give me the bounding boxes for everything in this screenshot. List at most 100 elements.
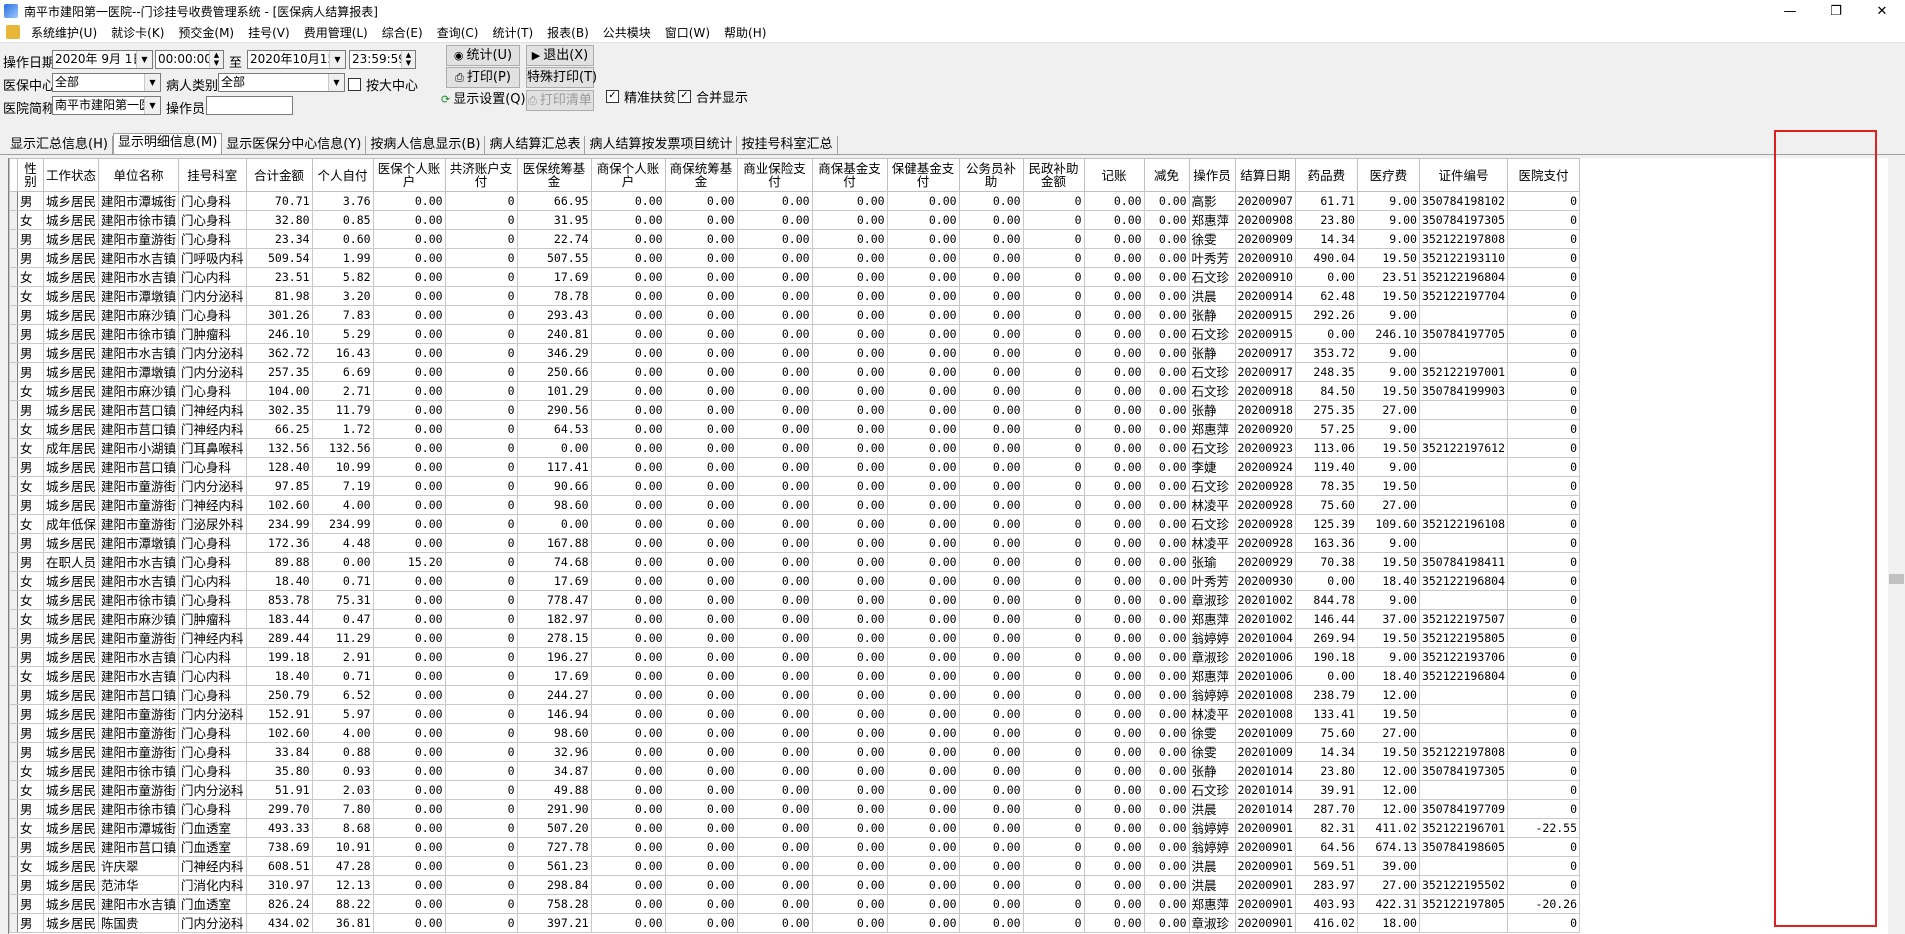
menu-item-deposit[interactable]: 预交金(M) [171, 24, 241, 41]
row-indicator[interactable] [9, 476, 18, 496]
menu-item-general[interactable]: 综合(E) [375, 24, 430, 41]
column-header[interactable]: 证件编号 [1418, 158, 1509, 192]
vertical-scrollbar[interactable] [1888, 158, 1905, 934]
menu-item-window[interactable]: 窗口(W) [658, 24, 717, 41]
row-indicator[interactable] [9, 780, 18, 800]
table-row[interactable]: 男城乡居民 建阳市莒口镇 门神经内科 302.35 11.79 0.00 0 290.56 0.… [9, 400, 1581, 420]
row-indicator[interactable] [9, 438, 18, 458]
table-row[interactable]: 男城乡居民 建阳市莒口镇 门心身科 250.79 6.52 0.00 0 244.27 0.00… [9, 685, 1581, 705]
print-button[interactable]: ⎙ 打印(P) [446, 67, 520, 88]
row-indicator[interactable] [9, 913, 18, 933]
row-indicator[interactable] [9, 704, 18, 724]
chevron-down-icon[interactable]: ▼ [328, 74, 344, 91]
date-to-picker[interactable]: 2020年10月15日 ▼ [247, 50, 346, 69]
table-row[interactable]: 男城乡居民 建阳市童游街 门神经内科 289.44 11.29 0.00 0 278.15 0.… [9, 628, 1581, 648]
menu-item-card[interactable]: 就诊卡(K) [104, 24, 171, 41]
table-row[interactable]: 男城乡居民 建阳市潭墩镇 门心身科 172.36 4.48 0.00 0 167.88 0.00… [9, 533, 1581, 553]
row-indicator[interactable] [9, 457, 18, 477]
column-header[interactable]: 工作状态 [42, 158, 100, 192]
row-indicator[interactable] [9, 362, 18, 382]
table-row[interactable]: 男城乡居民 建阳市童游街 门内分泌科 152.91 5.97 0.00 0 146.94 0.0… [9, 704, 1581, 724]
chevron-down-icon[interactable]: ▼ [136, 51, 152, 68]
tab-subcenter[interactable]: 显示医保分中心信息(Y) [222, 136, 367, 154]
menu-item-system[interactable]: 系统维护(U) [24, 24, 104, 41]
table-row[interactable]: 女城乡居民 建阳市水吉镇 门心内科 23.51 5.82 0.00 0 17.69 0.00 0.… [9, 267, 1581, 287]
row-indicator[interactable] [9, 571, 18, 591]
checkbox-box[interactable] [348, 78, 361, 91]
table-row[interactable]: 女城乡居民 建阳市麻沙镇 门肿瘤科 183.44 0.47 0.00 0 182.97 0.00… [9, 609, 1581, 629]
menu-item-help[interactable]: 帮助(H) [717, 24, 773, 41]
row-indicator[interactable] [9, 818, 18, 838]
column-header[interactable]: 合计金额 [245, 158, 313, 192]
menu-item-fees[interactable]: 费用管理(L) [297, 24, 375, 41]
chevron-down-icon[interactable]: ▼ [329, 51, 345, 68]
column-header[interactable]: 记账 [1083, 158, 1145, 192]
table-row[interactable]: 男城乡居民 建阳市水吉镇 门心内科 199.18 2.91 0.00 0 196.27 0.00… [9, 647, 1581, 667]
column-header[interactable]: 性别 [17, 158, 44, 192]
table-row[interactable]: 男城乡居民 建阳市徐市镇 门肿瘤科 246.10 5.29 0.00 0 240.81 0.00… [9, 324, 1581, 344]
table-row[interactable]: 男城乡居民 建阳市童游街 门心身科 102.60 4.00 0.00 0 98.60 0.00 0… [9, 723, 1581, 743]
menu-item-reports[interactable]: 报表(B) [540, 24, 596, 41]
scrollbar-thumb[interactable] [1889, 574, 1904, 584]
close-icon[interactable]: ✕ [1859, 0, 1905, 22]
tab-invoice-items[interactable]: 病人结算按发票项目统计 [585, 136, 738, 154]
settlement-grid[interactable]: 性别 工作状态 单位名称 挂号科室 合计金额 个人自付 医保个人账户 共济账户支付 医保统筹基金… [8, 158, 1889, 934]
row-indicator[interactable] [9, 381, 18, 401]
patient-type-select[interactable]: 全部 ▼ [218, 73, 345, 92]
column-header[interactable]: 医保统筹基金 [516, 158, 592, 192]
checkbox-checked[interactable]: ✓ [678, 90, 691, 103]
merge-display-checkbox[interactable]: ✓ 合并显示 [678, 87, 748, 106]
row-indicator[interactable] [9, 799, 18, 819]
row-indicator[interactable] [9, 552, 18, 572]
column-header[interactable]: 共济账户支付 [444, 158, 518, 192]
column-header[interactable]: 商保基金支付 [811, 158, 888, 192]
row-indicator[interactable] [9, 666, 18, 686]
menu-item-stats[interactable]: 统计(T) [485, 24, 540, 41]
column-header[interactable]: 药品费 [1294, 158, 1358, 192]
row-indicator[interactable] [9, 324, 18, 344]
date-from-picker[interactable]: 2020年 9月 1日 ▼ [52, 50, 153, 69]
table-row[interactable]: 男城乡居民 建阳市莒口镇 门血透室 738.69 10.91 0.00 0 727.78 0.0… [9, 837, 1581, 857]
chevron-down-icon[interactable]: ▼ [144, 74, 160, 91]
row-indicator[interactable] [9, 305, 18, 325]
tab-detail[interactable]: 显示明细信息(M) [112, 133, 223, 154]
table-row[interactable]: 男城乡居民 建阳市童游街 门心身科 33.84 0.88 0.00 0 32.96 0.00 0.… [9, 742, 1581, 762]
column-header[interactable]: 医疗费 [1356, 158, 1420, 192]
column-header[interactable]: 商保统筹基金 [664, 158, 738, 192]
column-header[interactable]: 公务员补助 [958, 158, 1024, 192]
row-indicator[interactable] [9, 609, 18, 629]
table-row[interactable]: 男城乡居民 建阳市水吉镇 门呼吸内科 509.54 1.99 0.00 0 507.55 0.0… [9, 248, 1581, 268]
row-indicator[interactable] [9, 495, 18, 515]
minimize-icon[interactable]: — [1767, 0, 1813, 22]
row-indicator[interactable] [9, 267, 18, 287]
time-from-input[interactable]: 00:00:00 ▲ ▼ [155, 50, 224, 69]
row-indicator[interactable] [9, 419, 18, 439]
table-row[interactable]: 男城乡居民 范沛华 门消化内科 310.97 12.13 0.00 0 298.84 0.00 0… [9, 875, 1581, 895]
row-indicator[interactable] [9, 590, 18, 610]
tab-summary[interactable]: 显示汇总信息(H) [6, 136, 113, 154]
time-to-input[interactable]: 23:59:59 ▲ ▼ [349, 50, 416, 69]
spinner-icon[interactable]: ▲ ▼ [401, 51, 415, 68]
table-row[interactable]: 女城乡居民 建阳市童游街 门内分泌科 97.85 7.19 0.00 0 90.66 0.00 0… [9, 476, 1581, 496]
table-row[interactable]: 女城乡居民 建阳市水吉镇 门心内科 18.40 0.71 0.00 0 17.69 0.00 0.… [9, 666, 1581, 686]
row-indicator[interactable] [9, 894, 18, 914]
checkbox-checked[interactable]: ✓ [606, 90, 619, 103]
tab-by-patient[interactable]: 按病人信息显示(B) [366, 136, 486, 154]
precise-poverty-checkbox[interactable]: ✓ 精准扶贫 [606, 87, 676, 106]
print-list-button[interactable]: ⎙ 打印清单 [526, 90, 594, 111]
table-row[interactable]: 女城乡居民 建阳市潭城街 门血透室 493.33 8.68 0.00 0 507.20 0.00… [9, 818, 1581, 838]
row-indicator[interactable] [9, 647, 18, 667]
row-indicator[interactable] [9, 210, 18, 230]
column-header[interactable]: 医保个人账户 [372, 158, 446, 192]
row-indicator[interactable] [9, 837, 18, 857]
tab-settlement-summary[interactable]: 病人结算汇总表 [485, 136, 586, 154]
table-row[interactable]: 女城乡居民 建阳市童游街 门内分泌科 51.91 2.03 0.00 0 49.88 0.00 0… [9, 780, 1581, 800]
row-indicator[interactable] [9, 229, 18, 249]
table-row[interactable]: 女城乡居民 建阳市徐市镇 门心身科 32.80 0.85 0.00 0 31.95 0.00 0.… [9, 210, 1581, 230]
table-row[interactable]: 男在职人员 建阳市水吉镇 门心身科 89.88 0.00 15.20 0 74.68 0.00 0… [9, 552, 1581, 572]
row-indicator[interactable] [9, 191, 18, 211]
table-row[interactable]: 女成年低保 建阳市童游街 门泌尿外科 234.99 234.99 0.00 0 0.00 0.0… [9, 514, 1581, 534]
spinner-icon[interactable]: ▲ ▼ [209, 51, 223, 68]
row-indicator[interactable] [9, 533, 18, 553]
row-indicator[interactable] [9, 286, 18, 306]
